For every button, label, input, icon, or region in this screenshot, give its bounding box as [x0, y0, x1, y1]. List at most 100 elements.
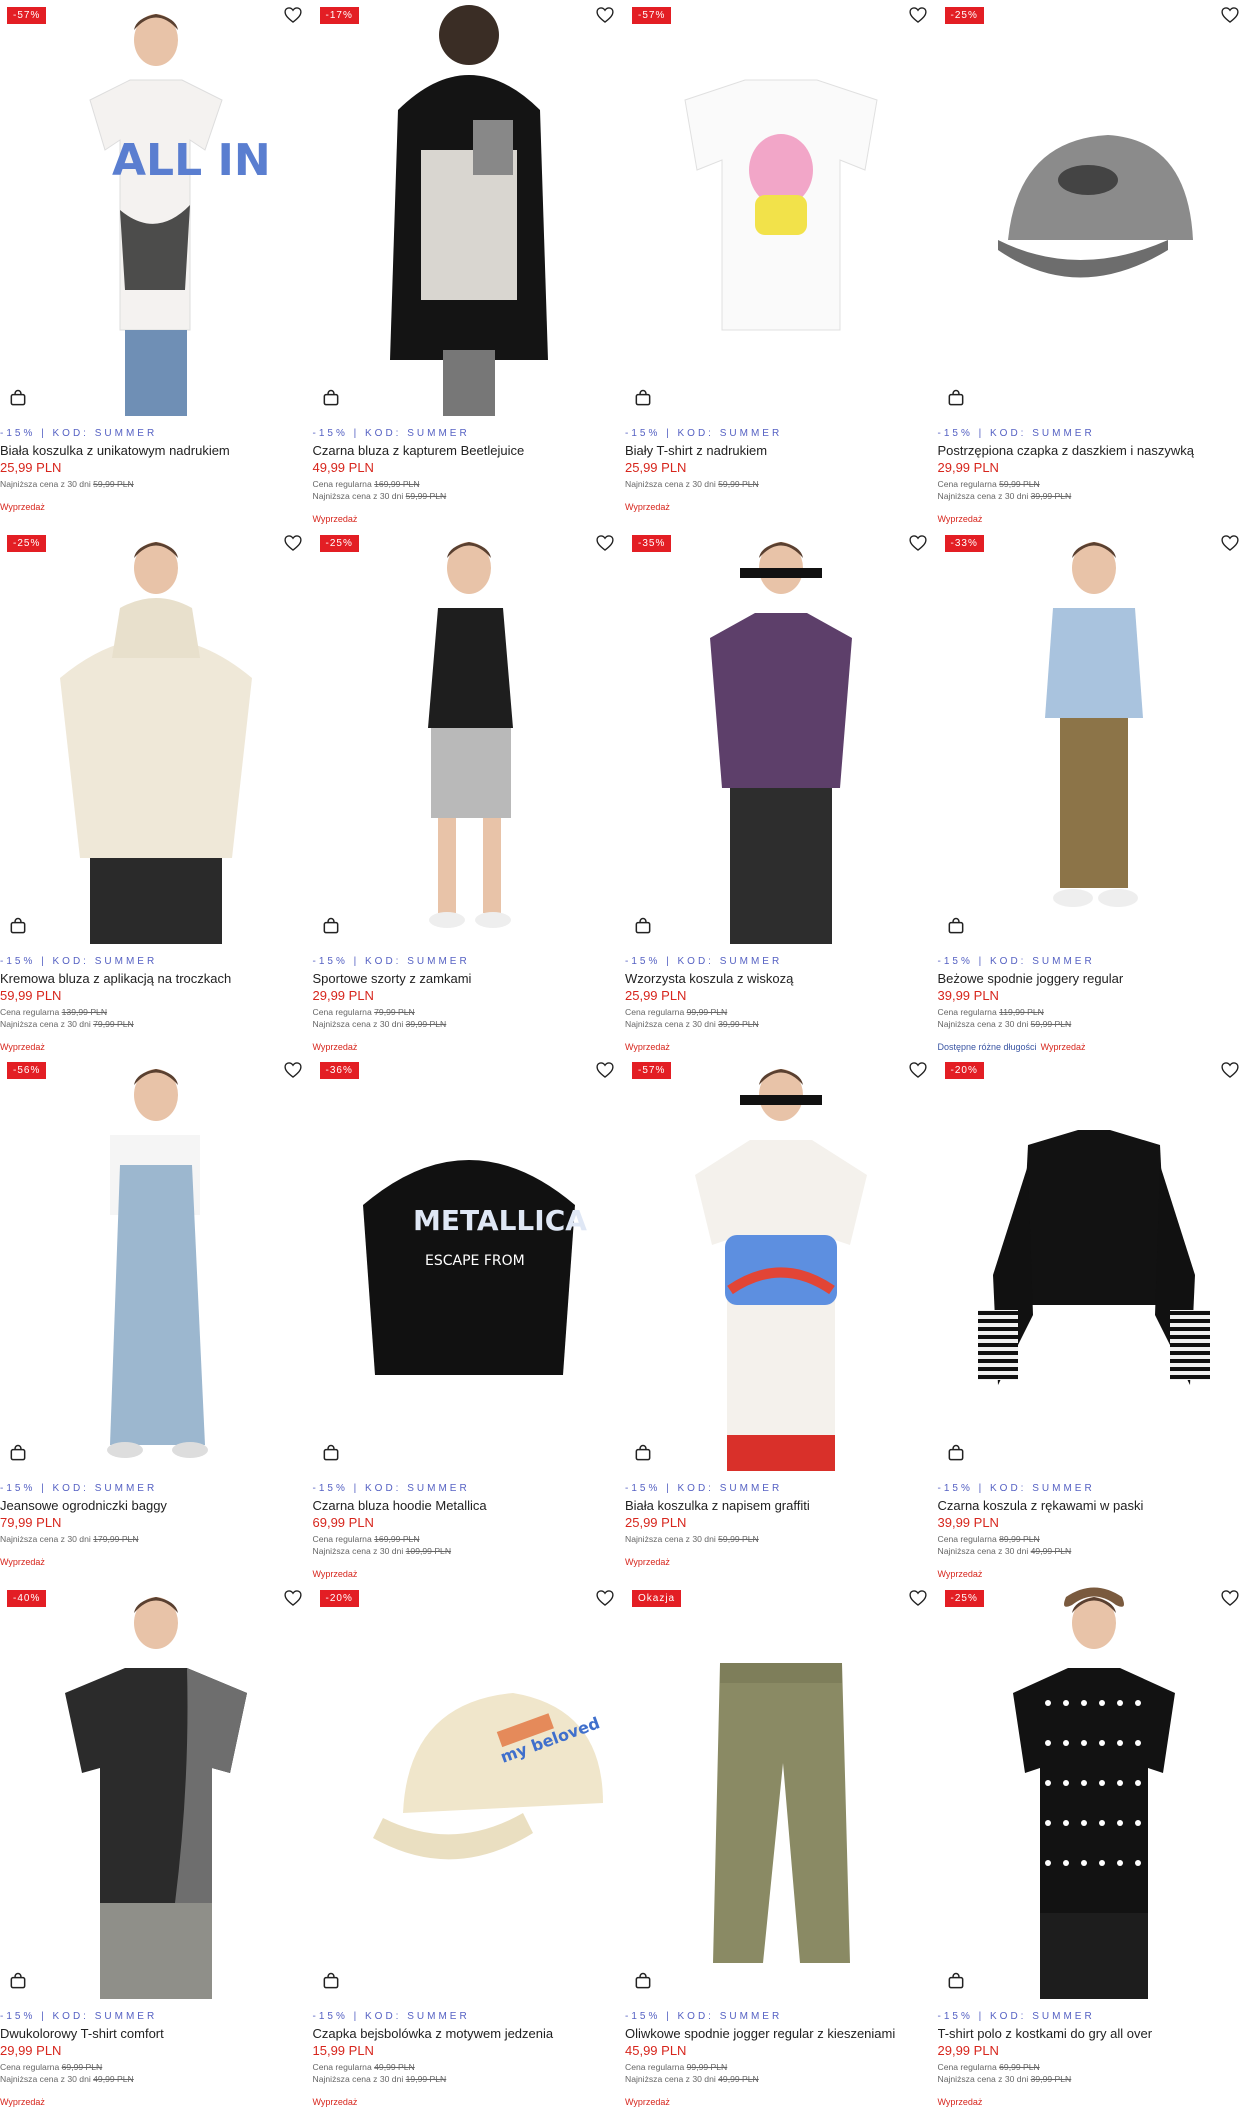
shopping-bag-icon[interactable]	[8, 1443, 28, 1463]
product-card[interactable]: my beloved -20% -15% | KOD: SUMMER Czapk…	[313, 1583, 626, 2111]
heart-icon[interactable]	[1220, 533, 1240, 553]
product-card[interactable]: -20% -15% | KOD: SUMMER Czarna koszula z…	[938, 1055, 1250, 1583]
product-card[interactable]: -25% -15% | KOD: SUMMER Kremowa bluza z …	[0, 528, 313, 1056]
heart-icon[interactable]	[1220, 1060, 1240, 1080]
heart-icon[interactable]	[908, 1060, 928, 1080]
product-image[interactable]: -17%	[313, 0, 626, 416]
product-card[interactable]: -25% -15% | KOD: SUMMER Postrzępiona cza…	[938, 0, 1250, 528]
product-card[interactable]: -57% -15% | KOD: SUMMER Biała koszulka z…	[625, 1055, 938, 1583]
heart-icon[interactable]	[595, 1060, 615, 1080]
product-card[interactable]: ALL IN -57% -15% | KOD: SUMMER Biała kos…	[0, 0, 313, 528]
product-name[interactable]: T-shirt polo z kostkami do gry all over	[938, 2026, 1246, 2041]
shopping-bag-icon[interactable]	[8, 1971, 28, 1991]
product-image[interactable]: -25%	[938, 1583, 1250, 1999]
product-name[interactable]: Wzorzysta koszula z wiskozą	[625, 971, 933, 986]
product-card[interactable]: -33% -15% | KOD: SUMMER Beżowe spodnie j…	[938, 528, 1250, 1056]
product-price: 25,99 PLN	[0, 460, 62, 475]
heart-icon[interactable]	[908, 533, 928, 553]
product-name[interactable]: Dwukolorowy T-shirt comfort	[0, 2026, 308, 2041]
product-card[interactable]: -35% -15% | KOD: SUMMER Wzorzysta koszul…	[625, 528, 938, 1056]
product-image[interactable]: -25%	[313, 528, 626, 944]
heart-icon[interactable]	[1220, 5, 1240, 25]
product-image[interactable]: Okazja	[625, 1583, 938, 1999]
sale-flag: Wyprzedaż	[0, 502, 45, 512]
shopping-bag-icon[interactable]	[321, 388, 341, 408]
product-name[interactable]: Oliwkowe spodnie jogger regular z kiesze…	[625, 2026, 933, 2041]
product-name[interactable]: Postrzępiona czapka z daszkiem i naszywk…	[938, 443, 1246, 458]
heart-icon[interactable]	[283, 5, 303, 25]
shopping-bag-icon[interactable]	[321, 1443, 341, 1463]
shopping-bag-icon[interactable]	[633, 388, 653, 408]
shopping-bag-icon[interactable]	[321, 916, 341, 936]
product-image[interactable]: my beloved -20%	[313, 1583, 626, 1999]
heart-icon[interactable]	[908, 1588, 928, 1608]
product-name[interactable]: Biała koszulka z unikatowym nadrukiem	[0, 443, 308, 458]
product-name[interactable]: Czarna koszula z rękawami w paski	[938, 1498, 1246, 1513]
product-image[interactable]: -20%	[938, 1055, 1250, 1471]
sale-flag: Wyprzedaż	[312, 2096, 358, 2107]
shopping-bag-icon[interactable]	[946, 1971, 966, 1991]
lowest-price: Najniższa cena z 30 dni 39,99 PLN	[625, 1018, 759, 1029]
product-image[interactable]: ALL IN -57%	[0, 0, 313, 416]
product-card[interactable]: -17% -15% | KOD: SUMMER Czarna bluza z k…	[313, 0, 626, 528]
svg-text:ESCAPE FROM: ESCAPE FROM	[425, 1253, 525, 1269]
shopping-bag-icon[interactable]	[8, 388, 28, 408]
product-price: 25,99 PLN	[625, 460, 687, 475]
product-image[interactable]: -35%	[625, 528, 938, 944]
product-card[interactable]: -25% -15% | KOD: SUMMER Sportowe szorty …	[313, 528, 626, 1056]
lowest-price: Najniższa cena z 30 dni 39,99 PLN	[937, 491, 1072, 501]
lowest-price: Najniższa cena z 30 dni 79,99 PLN	[0, 1018, 134, 1029]
lowest-price: Najniższa cena z 30 dni 49,99 PLN	[625, 2073, 759, 2084]
regular-price: Cena regularna 139,99 PLN	[0, 1006, 108, 1017]
heart-icon[interactable]	[283, 1588, 303, 1608]
product-card[interactable]: -40% -15% | KOD: SUMMER Dwukolorowy T-sh…	[0, 1583, 313, 2111]
sale-flag: Wyprzedaż	[625, 1557, 670, 1567]
product-card[interactable]: METALLICA ESCAPE FROM -36% -15% | KOD: S…	[313, 1055, 626, 1583]
discount-badge: -57%	[632, 1062, 672, 1079]
product-name[interactable]: Jeansowe ogrodniczki baggy	[0, 1498, 308, 1513]
product-name[interactable]: Biały T-shirt z nadrukiem	[625, 443, 933, 458]
shopping-bag-icon[interactable]	[946, 1443, 966, 1463]
shopping-bag-icon[interactable]	[8, 916, 28, 936]
regular-price: Cena regularna 69,99 PLN	[937, 2061, 1040, 2072]
heart-icon[interactable]	[283, 533, 303, 553]
shopping-bag-icon[interactable]	[633, 1443, 653, 1463]
shopping-bag-icon[interactable]	[946, 916, 966, 936]
product-name[interactable]: Sportowe szorty z zamkami	[313, 971, 621, 986]
heart-icon[interactable]	[283, 1060, 303, 1080]
lowest-price: Najniższa cena z 30 dni 59,99 PLN	[937, 1018, 1072, 1029]
discount-badge: -17%	[319, 7, 359, 24]
product-image[interactable]: -25%	[0, 528, 313, 944]
product-price: 25,99 PLN	[625, 987, 687, 1003]
shopping-bag-icon[interactable]	[633, 1971, 653, 1991]
product-name[interactable]: Czapka bejsbolówka z motywem jedzenia	[313, 2026, 621, 2041]
product-image[interactable]: -25%	[938, 0, 1250, 416]
product-name[interactable]: Kremowa bluza z aplikacją na troczkach	[0, 971, 308, 986]
lowest-price: Najniższa cena z 30 dni 109,99 PLN	[312, 1546, 452, 1556]
product-image[interactable]: -57%	[625, 0, 938, 416]
product-name[interactable]: Biała koszulka z napisem graffiti	[625, 1498, 933, 1513]
shopping-bag-icon[interactable]	[321, 1971, 341, 1991]
heart-icon[interactable]	[595, 5, 615, 25]
shopping-bag-icon[interactable]	[946, 388, 966, 408]
product-card[interactable]: -25% -15% | KOD: SUMMER T-shirt polo z k…	[938, 1583, 1250, 2111]
promo-code: -15% | KOD: SUMMER	[0, 1483, 158, 1494]
product-image[interactable]: -33%	[938, 528, 1250, 944]
product-card[interactable]: Okazja -15% | KOD: SUMMER Oliwkowe spodn…	[625, 1583, 938, 2111]
heart-icon[interactable]	[595, 1588, 615, 1608]
product-card[interactable]: -56% -15% | KOD: SUMMER Jeansowe ogrodni…	[0, 1055, 313, 1583]
product-image[interactable]: -57%	[625, 1055, 938, 1471]
heart-icon[interactable]	[908, 5, 928, 25]
heart-icon[interactable]	[595, 533, 615, 553]
shopping-bag-icon[interactable]	[633, 916, 653, 936]
lowest-price: Najniższa cena z 30 dni 39,99 PLN	[937, 2073, 1072, 2084]
heart-icon[interactable]	[1220, 1588, 1240, 1608]
product-name[interactable]: Beżowe spodnie joggery regular	[938, 971, 1246, 986]
product-card[interactable]: -57% -15% | KOD: SUMMER Biały T-shirt z …	[625, 0, 938, 528]
product-name[interactable]: Czarna bluza hoodie Metallica	[313, 1498, 621, 1513]
product-image[interactable]: -56%	[0, 1055, 313, 1471]
product-name[interactable]: Czarna bluza z kapturem Beetlejuice	[313, 443, 621, 458]
product-image[interactable]: METALLICA ESCAPE FROM -36%	[313, 1055, 626, 1471]
product-image[interactable]: -40%	[0, 1583, 313, 1999]
promo-code: -15% | KOD: SUMMER	[937, 2010, 1095, 2022]
